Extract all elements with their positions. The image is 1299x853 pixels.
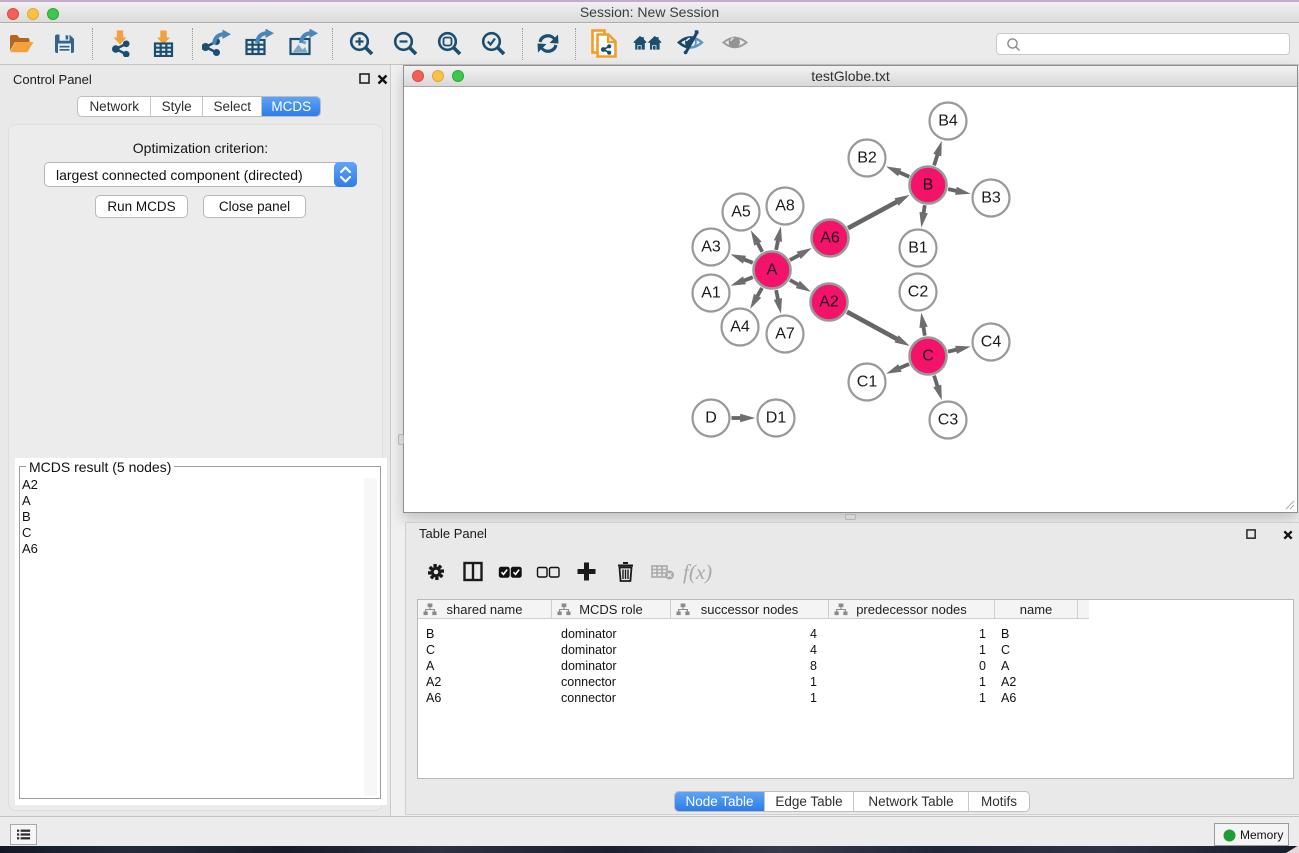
svg-text:C1: C1	[857, 374, 878, 391]
svg-text:B2: B2	[857, 150, 877, 167]
svg-text:B4: B4	[938, 113, 958, 130]
svg-text:A3: A3	[701, 239, 721, 256]
svg-text:A2: A2	[819, 294, 839, 311]
svg-text:A1: A1	[701, 285, 721, 302]
svg-text:A7: A7	[775, 326, 795, 343]
svg-text:A4: A4	[730, 319, 750, 336]
svg-text:C: C	[922, 348, 934, 365]
svg-text:B1: B1	[908, 240, 928, 257]
svg-text:B: B	[923, 177, 934, 194]
svg-text:B3: B3	[981, 190, 1001, 207]
svg-text:A6: A6	[820, 230, 840, 247]
svg-text:A5: A5	[731, 204, 751, 221]
svg-text:C2: C2	[908, 284, 929, 301]
svg-text:A: A	[767, 262, 778, 279]
svg-text:A8: A8	[775, 198, 795, 215]
svg-text:D1: D1	[766, 410, 787, 427]
svg-text:C4: C4	[981, 334, 1002, 351]
svg-text:C3: C3	[938, 412, 959, 429]
svg-text:D: D	[705, 410, 717, 427]
